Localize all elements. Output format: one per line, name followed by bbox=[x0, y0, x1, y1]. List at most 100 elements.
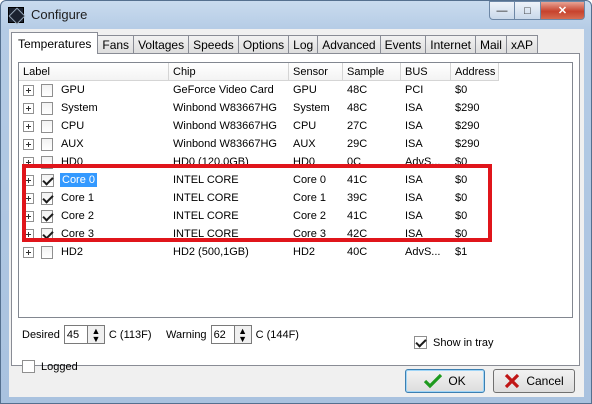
caption-buttons: — □ ✕ bbox=[489, 1, 585, 20]
bus-cell: ISA bbox=[405, 138, 423, 150]
ok-button[interactable]: OK bbox=[405, 369, 485, 393]
spin-arrows-icon: ▲ ▼ bbox=[238, 325, 248, 344]
tab-strip: Temperatures Fans Voltages Speeds Options Log… bbox=[11, 32, 538, 54]
sensor-checkbox[interactable] bbox=[40, 83, 53, 97]
sample-cell: 40C bbox=[347, 246, 368, 258]
tab-mail[interactable]: Mail bbox=[474, 35, 507, 54]
sensor-label: AUX bbox=[60, 138, 84, 150]
sensor-cell: CPU bbox=[293, 120, 317, 132]
chip-cell: GeForce Video Card bbox=[173, 84, 274, 96]
x-icon bbox=[504, 373, 520, 389]
expand-icon[interactable] bbox=[23, 138, 34, 150]
ok-label: OK bbox=[448, 374, 466, 388]
column-header-sensor[interactable]: Sensor bbox=[289, 63, 343, 81]
sensor-checkbox[interactable] bbox=[40, 137, 53, 151]
chip-cell: Winbond W83667HG bbox=[173, 138, 277, 150]
table-row[interactable]: HD2 HD2 (500,1GB) HD2 40C AdvS... $1 bbox=[19, 243, 499, 261]
column-header-label[interactable]: Label bbox=[19, 63, 169, 81]
label-cell: System bbox=[19, 101, 169, 115]
check-icon bbox=[424, 373, 443, 389]
tab-speeds[interactable]: Speeds bbox=[188, 35, 239, 54]
logged-label: Logged bbox=[41, 360, 78, 373]
sensor-checkbox[interactable] bbox=[40, 245, 53, 259]
bus-cell: PCI bbox=[405, 84, 424, 96]
tab-internet[interactable]: Internet bbox=[425, 35, 476, 54]
show-in-tray-group[interactable]: Show in tray bbox=[414, 336, 494, 349]
tab-options[interactable]: Options bbox=[237, 35, 290, 54]
sensor-cell: System bbox=[293, 102, 330, 114]
sample-cell: 29C bbox=[347, 138, 368, 150]
show-in-tray-label: Show in tray bbox=[433, 336, 494, 349]
tab-log[interactable]: Log bbox=[288, 35, 319, 54]
column-header-bus[interactable]: BUS bbox=[401, 63, 451, 81]
bus-cell: AdvS... bbox=[405, 246, 441, 258]
table-row[interactable]: AUX Winbond W83667HG AUX 29C ISA $290 bbox=[19, 135, 499, 153]
sample-cell: 48C bbox=[347, 84, 368, 96]
chip-cell: Winbond W83667HG bbox=[173, 120, 277, 132]
show-in-tray-checkbox[interactable] bbox=[414, 336, 427, 349]
sensor-checkbox[interactable] bbox=[40, 119, 53, 133]
chip-cell: Winbond W83667HG bbox=[173, 102, 277, 114]
expand-icon[interactable] bbox=[23, 84, 34, 96]
close-button[interactable]: ✕ bbox=[541, 1, 585, 20]
label-cell: AUX bbox=[19, 137, 169, 151]
window-title: Configure bbox=[31, 7, 88, 22]
bus-cell: ISA bbox=[405, 120, 423, 132]
tab-temperatures[interactable]: Temperatures bbox=[11, 32, 99, 54]
cancel-label: Cancel bbox=[526, 374, 564, 388]
highlight-annotation bbox=[22, 164, 492, 242]
label-cell: CPU bbox=[19, 119, 169, 133]
spin-arrows-icon: ▲ ▼ bbox=[91, 325, 101, 344]
expand-icon[interactable] bbox=[23, 102, 34, 114]
warning-label: Warning bbox=[166, 328, 207, 341]
maximize-button[interactable]: □ bbox=[515, 1, 541, 20]
desired-input[interactable]: 45 bbox=[63, 325, 88, 344]
dialog-client: Temperatures Fans Voltages Speeds Options Log… bbox=[9, 29, 584, 397]
address-cell: $290 bbox=[455, 102, 480, 114]
expand-icon[interactable] bbox=[23, 246, 34, 258]
column-header-address[interactable]: Address bbox=[451, 63, 499, 81]
sensor-cell: AUX bbox=[293, 138, 316, 150]
address-cell: $290 bbox=[455, 138, 480, 150]
warning-unit: C (144F) bbox=[255, 328, 299, 341]
sensor-cell: HD2 bbox=[293, 246, 316, 258]
desired-spin-button[interactable]: ▲ ▼ bbox=[87, 325, 105, 344]
sample-cell: 27C bbox=[347, 120, 368, 132]
label-cell: GPU bbox=[19, 83, 169, 97]
table-row[interactable]: CPU Winbond W83667HG CPU 27C ISA $290 bbox=[19, 117, 499, 135]
configure-window: Configure — □ ✕ Temperatures Fans Voltages… bbox=[0, 0, 592, 404]
label-cell: HD2 bbox=[19, 245, 169, 259]
desired-group: Desired 45 ▲ ▼ C (113F) bbox=[22, 325, 152, 344]
bus-cell: ISA bbox=[405, 102, 423, 114]
address-cell: $290 bbox=[455, 120, 480, 132]
sensor-label: HD2 bbox=[60, 246, 83, 258]
expand-icon[interactable] bbox=[23, 120, 34, 132]
logged-checkbox[interactable] bbox=[22, 360, 35, 373]
list-header: Label Chip Sensor Sample BUS Address bbox=[19, 63, 499, 81]
desired-label: Desired bbox=[22, 328, 60, 341]
logged-group[interactable]: Logged bbox=[22, 360, 78, 373]
cancel-button[interactable]: Cancel bbox=[493, 369, 575, 393]
warning-group: Warning 62 ▲ ▼ C (144F) bbox=[166, 325, 299, 344]
sample-cell: 48C bbox=[347, 102, 368, 114]
table-row[interactable]: GPU GeForce Video Card GPU 48C PCI $0 bbox=[19, 81, 499, 99]
sensor-checkbox[interactable] bbox=[40, 101, 53, 115]
tab-fans[interactable]: Fans bbox=[97, 35, 135, 54]
tab-events[interactable]: Events bbox=[379, 35, 427, 54]
title-bar[interactable]: Configure — □ ✕ bbox=[1, 1, 591, 29]
column-header-sample[interactable]: Sample bbox=[343, 63, 401, 81]
sensor-label: GPU bbox=[60, 84, 85, 96]
column-header-chip[interactable]: Chip bbox=[169, 63, 289, 81]
warning-spin-button[interactable]: ▲ ▼ bbox=[234, 325, 252, 344]
minimize-button[interactable]: — bbox=[489, 1, 515, 20]
tab-xap[interactable]: xAP bbox=[505, 35, 538, 54]
address-cell: $1 bbox=[455, 246, 468, 258]
sensor-label: System bbox=[60, 102, 98, 114]
table-row[interactable]: System Winbond W83667HG System 48C ISA $290 bbox=[19, 99, 499, 117]
sensor-label: CPU bbox=[60, 120, 85, 132]
warning-input[interactable]: 62 bbox=[210, 325, 235, 344]
sensor-cell: GPU bbox=[293, 84, 317, 96]
app-icon bbox=[8, 7, 24, 23]
tab-voltages[interactable]: Voltages bbox=[133, 35, 190, 54]
tab-advanced[interactable]: Advanced bbox=[317, 35, 381, 54]
